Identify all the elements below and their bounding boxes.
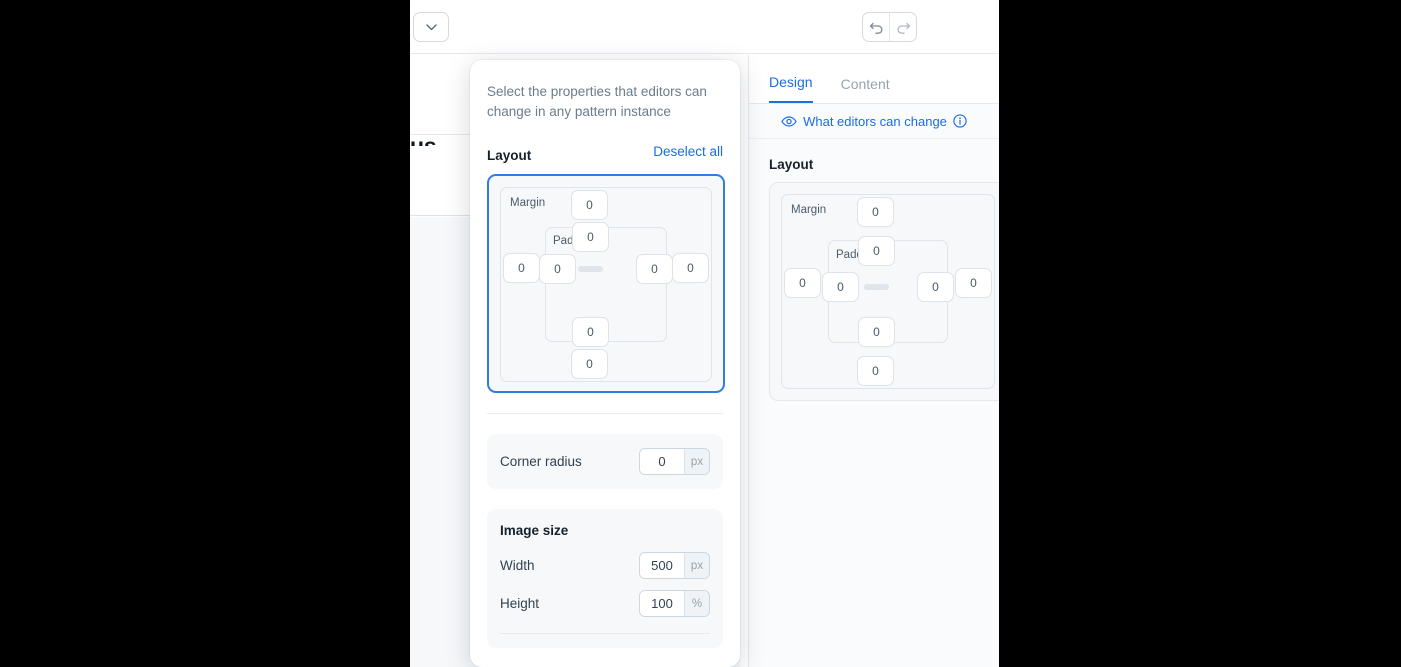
popover-padding-box: Padding 0 0 0 0 (539, 222, 673, 347)
inspector-padding-bottom-field[interactable]: 0 (858, 317, 895, 347)
undo-button[interactable] (863, 13, 890, 41)
inspector-margin-label: Margin (791, 204, 827, 216)
image-height-label: Height (500, 596, 540, 611)
corner-radius-unit: px (684, 449, 709, 474)
inspector-padding-top-field[interactable]: 0 (858, 236, 895, 266)
corner-radius-field[interactable]: px (639, 448, 710, 475)
inspector-link-values-handle[interactable] (864, 284, 889, 290)
inspector-panel: Design Content What editors can change L… (748, 55, 999, 667)
info-circle-icon[interactable] (953, 114, 967, 128)
inspector-margin-top-field[interactable]: 0 (857, 197, 894, 227)
popover-margin-right-field[interactable]: 0 (672, 253, 709, 283)
breadcrumb-dropdown-button[interactable] (413, 12, 449, 42)
popover-link-values-handle[interactable] (578, 266, 603, 272)
popover-content: Select the properties that editors can c… (470, 60, 740, 648)
what-editors-can-change-label: What editors can change (803, 113, 947, 129)
redo-icon (896, 21, 911, 34)
inspector-margin-box: Margin 0 0 0 0 Padding 0 0 0 0 (781, 194, 995, 389)
corner-radius-label: Corner radius (500, 454, 582, 469)
top-toolbar: AR ! ··· Save Publish (410, 0, 999, 54)
inspector-margin-right-field[interactable]: 0 (955, 268, 992, 298)
popover-box-model[interactable]: Margin 0 0 0 0 Padding 0 0 0 0 (487, 174, 725, 393)
inspector-padding-box: Padding 0 0 0 0 (822, 236, 954, 347)
popover-padding-bottom-field[interactable]: 0 (572, 317, 609, 347)
tab-design[interactable]: Design (769, 74, 813, 103)
popover-padding-top-field[interactable]: 0 (572, 222, 609, 252)
inspector-layout-title: Layout (769, 157, 814, 172)
popover-padding-right-field[interactable]: 0 (636, 254, 673, 284)
image-width-unit: px (684, 553, 709, 578)
chevron-down-icon (425, 23, 437, 31)
image-height-input[interactable] (640, 591, 684, 616)
image-height-unit: % (684, 591, 709, 616)
image-height-field[interactable]: % (639, 590, 710, 617)
eye-icon (781, 115, 797, 127)
image-size-panel: Image size Width px Height % (487, 509, 723, 648)
undo-redo-group (862, 12, 917, 42)
redo-button[interactable] (890, 13, 916, 41)
image-height-row: Height % (500, 590, 710, 617)
inspector-tabs: Design Content (749, 55, 999, 104)
popover-layout-header: Layout Deselect all (487, 144, 723, 166)
corner-radius-input[interactable] (640, 449, 684, 474)
popover-description: Select the properties that editors can c… (487, 84, 707, 119)
popover-padding-left-field[interactable]: 0 (539, 254, 576, 284)
screen-root: AR ! ··· Save Publish (0, 0, 1401, 667)
properties-popover: Select the properties that editors can c… (470, 60, 740, 667)
corner-radius-row: Corner radius px (500, 448, 710, 475)
inspector-margin-left-field[interactable]: 0 (784, 268, 821, 298)
popover-margin-bottom-field[interactable]: 0 (571, 349, 608, 379)
image-width-input[interactable] (640, 553, 684, 578)
inspector-body: Layout Margin 0 0 0 0 Padding 0 0 0 (749, 139, 999, 401)
popover-divider (487, 413, 723, 414)
image-width-row: Width px (500, 552, 710, 579)
tab-content[interactable]: Content (841, 76, 890, 103)
popover-margin-left-field[interactable]: 0 (503, 253, 540, 283)
inspector-box-model[interactable]: Margin 0 0 0 0 Padding 0 0 0 0 (769, 182, 999, 401)
inspector-padding-left-field[interactable]: 0 (822, 272, 859, 302)
deselect-all-button[interactable]: Deselect all (653, 144, 723, 159)
popover-margin-box: Margin 0 0 0 0 Padding 0 0 0 0 (500, 187, 712, 382)
image-width-label: Width (500, 558, 535, 573)
popover-layout-title: Layout (487, 148, 532, 163)
popover-margin-label: Margin (510, 197, 546, 209)
inspector-margin-bottom-field[interactable]: 0 (857, 356, 894, 386)
image-width-field[interactable]: px (639, 552, 710, 579)
corner-radius-panel: Corner radius px (487, 434, 723, 489)
image-size-rule (500, 633, 710, 634)
app-viewport: AR ! ··· Save Publish (410, 0, 999, 667)
undo-icon (869, 21, 884, 34)
what-editors-can-change-banner[interactable]: What editors can change (749, 104, 999, 139)
inspector-padding-right-field[interactable]: 0 (917, 272, 954, 302)
popover-margin-top-field[interactable]: 0 (571, 190, 608, 220)
image-size-title: Image size (500, 523, 569, 538)
